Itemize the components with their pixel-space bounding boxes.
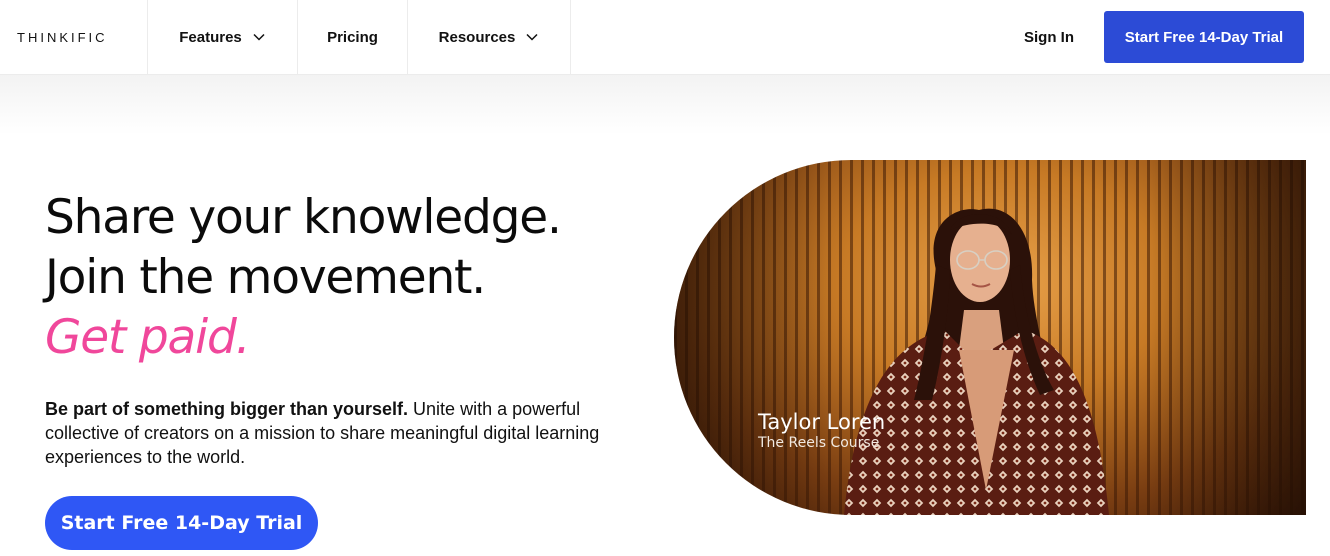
sign-in-link[interactable]: Sign In [1024, 0, 1074, 74]
nav-item-features[interactable]: Features [148, 0, 298, 74]
chevron-down-icon [253, 33, 265, 41]
start-trial-button[interactable]: Start Free 14-Day Trial [1104, 11, 1304, 63]
nav-item-resources[interactable]: Resources [408, 0, 571, 74]
nav-item-pricing[interactable]: Pricing [298, 0, 408, 74]
nav-item-label: Pricing [327, 28, 378, 46]
top-navigation: THINKIFIC Features Pricing Resources Sig… [0, 0, 1330, 75]
logo-container[interactable]: THINKIFIC [0, 0, 148, 74]
nav-item-label: Features [179, 28, 242, 46]
nav-item-label: Resources [438, 28, 516, 46]
headline-line-1: Share your knowledge. [45, 190, 562, 245]
hero-subtext: Be part of something bigger than yoursel… [45, 397, 625, 469]
creator-name: Taylor Loren [758, 410, 886, 434]
hero-headline: Share your knowledge. Join the movement.… [45, 188, 665, 368]
chevron-down-icon [526, 33, 538, 41]
brand-logo[interactable]: THINKIFIC [17, 30, 108, 45]
hero-creator-photo [674, 160, 1306, 515]
subtext-bold: Be part of something bigger than yoursel… [45, 399, 409, 419]
nav-cta-container: Start Free 14-Day Trial [1104, 0, 1330, 74]
header-shadow [0, 75, 1330, 135]
headline-line-2: Join the movement. [45, 250, 486, 305]
headline-accent: Get paid. [45, 310, 251, 365]
creator-course: The Reels Course [758, 435, 880, 451]
creator-portrait [844, 208, 1109, 515]
hero-start-trial-button[interactable]: Start Free 14-Day Trial [45, 496, 318, 550]
